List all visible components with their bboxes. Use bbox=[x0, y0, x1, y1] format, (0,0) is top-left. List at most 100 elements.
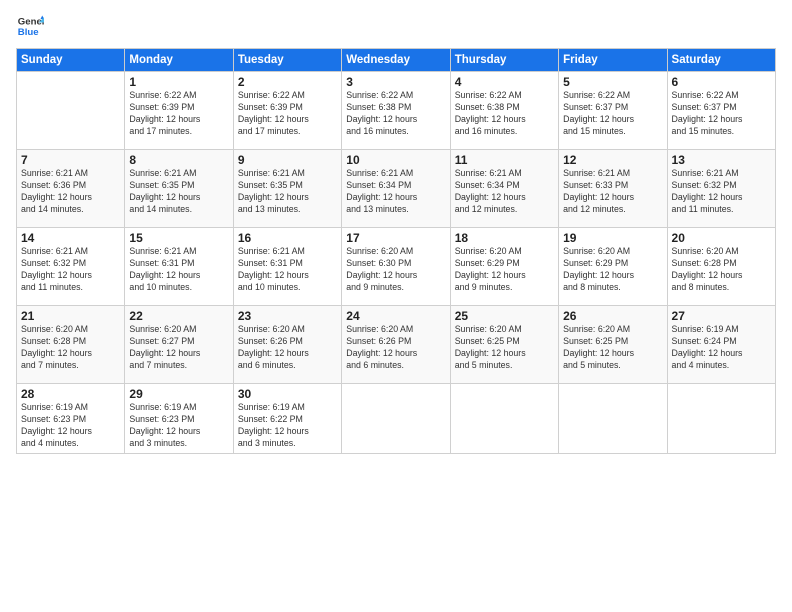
header-friday: Friday bbox=[559, 49, 667, 72]
calendar-cell: 15Sunrise: 6:21 AM Sunset: 6:31 PM Dayli… bbox=[125, 228, 233, 306]
calendar-cell bbox=[17, 72, 125, 150]
calendar-cell: 9Sunrise: 6:21 AM Sunset: 6:35 PM Daylig… bbox=[233, 150, 341, 228]
logo: General Blue bbox=[16, 12, 44, 40]
day-info: Sunrise: 6:21 AM Sunset: 6:32 PM Dayligh… bbox=[672, 168, 771, 216]
calendar-cell: 11Sunrise: 6:21 AM Sunset: 6:34 PM Dayli… bbox=[450, 150, 558, 228]
calendar-cell: 1Sunrise: 6:22 AM Sunset: 6:39 PM Daylig… bbox=[125, 72, 233, 150]
calendar-cell bbox=[342, 384, 450, 454]
day-number: 11 bbox=[455, 153, 554, 167]
day-info: Sunrise: 6:20 AM Sunset: 6:25 PM Dayligh… bbox=[563, 324, 662, 372]
calendar-cell bbox=[450, 384, 558, 454]
calendar-cell: 16Sunrise: 6:21 AM Sunset: 6:31 PM Dayli… bbox=[233, 228, 341, 306]
calendar-cell: 7Sunrise: 6:21 AM Sunset: 6:36 PM Daylig… bbox=[17, 150, 125, 228]
day-number: 20 bbox=[672, 231, 771, 245]
day-info: Sunrise: 6:20 AM Sunset: 6:29 PM Dayligh… bbox=[563, 246, 662, 294]
day-number: 25 bbox=[455, 309, 554, 323]
header-tuesday: Tuesday bbox=[233, 49, 341, 72]
weekday-header-row: Sunday Monday Tuesday Wednesday Thursday… bbox=[17, 49, 776, 72]
calendar-cell bbox=[667, 384, 775, 454]
calendar-cell: 6Sunrise: 6:22 AM Sunset: 6:37 PM Daylig… bbox=[667, 72, 775, 150]
day-info: Sunrise: 6:22 AM Sunset: 6:39 PM Dayligh… bbox=[129, 90, 228, 138]
day-info: Sunrise: 6:21 AM Sunset: 6:33 PM Dayligh… bbox=[563, 168, 662, 216]
calendar-cell: 21Sunrise: 6:20 AM Sunset: 6:28 PM Dayli… bbox=[17, 306, 125, 384]
calendar-cell: 5Sunrise: 6:22 AM Sunset: 6:37 PM Daylig… bbox=[559, 72, 667, 150]
calendar-cell: 24Sunrise: 6:20 AM Sunset: 6:26 PM Dayli… bbox=[342, 306, 450, 384]
header-sunday: Sunday bbox=[17, 49, 125, 72]
calendar-cell: 17Sunrise: 6:20 AM Sunset: 6:30 PM Dayli… bbox=[342, 228, 450, 306]
day-info: Sunrise: 6:21 AM Sunset: 6:35 PM Dayligh… bbox=[129, 168, 228, 216]
day-info: Sunrise: 6:20 AM Sunset: 6:26 PM Dayligh… bbox=[346, 324, 445, 372]
calendar-cell: 28Sunrise: 6:19 AM Sunset: 6:23 PM Dayli… bbox=[17, 384, 125, 454]
calendar-cell: 27Sunrise: 6:19 AM Sunset: 6:24 PM Dayli… bbox=[667, 306, 775, 384]
calendar-cell: 3Sunrise: 6:22 AM Sunset: 6:38 PM Daylig… bbox=[342, 72, 450, 150]
day-info: Sunrise: 6:21 AM Sunset: 6:31 PM Dayligh… bbox=[238, 246, 337, 294]
header-thursday: Thursday bbox=[450, 49, 558, 72]
day-info: Sunrise: 6:20 AM Sunset: 6:28 PM Dayligh… bbox=[21, 324, 120, 372]
day-number: 28 bbox=[21, 387, 120, 401]
calendar-cell: 8Sunrise: 6:21 AM Sunset: 6:35 PM Daylig… bbox=[125, 150, 233, 228]
calendar-cell: 13Sunrise: 6:21 AM Sunset: 6:32 PM Dayli… bbox=[667, 150, 775, 228]
day-info: Sunrise: 6:19 AM Sunset: 6:23 PM Dayligh… bbox=[21, 402, 120, 450]
calendar-cell bbox=[559, 384, 667, 454]
day-info: Sunrise: 6:21 AM Sunset: 6:35 PM Dayligh… bbox=[238, 168, 337, 216]
day-info: Sunrise: 6:21 AM Sunset: 6:36 PM Dayligh… bbox=[21, 168, 120, 216]
calendar-table: Sunday Monday Tuesday Wednesday Thursday… bbox=[16, 48, 776, 454]
calendar-cell: 14Sunrise: 6:21 AM Sunset: 6:32 PM Dayli… bbox=[17, 228, 125, 306]
day-number: 29 bbox=[129, 387, 228, 401]
day-number: 18 bbox=[455, 231, 554, 245]
day-info: Sunrise: 6:20 AM Sunset: 6:25 PM Dayligh… bbox=[455, 324, 554, 372]
day-number: 23 bbox=[238, 309, 337, 323]
calendar-cell: 10Sunrise: 6:21 AM Sunset: 6:34 PM Dayli… bbox=[342, 150, 450, 228]
day-number: 4 bbox=[455, 75, 554, 89]
day-number: 30 bbox=[238, 387, 337, 401]
day-info: Sunrise: 6:20 AM Sunset: 6:29 PM Dayligh… bbox=[455, 246, 554, 294]
calendar-cell: 29Sunrise: 6:19 AM Sunset: 6:23 PM Dayli… bbox=[125, 384, 233, 454]
day-info: Sunrise: 6:20 AM Sunset: 6:28 PM Dayligh… bbox=[672, 246, 771, 294]
header: General Blue bbox=[16, 12, 776, 40]
day-number: 5 bbox=[563, 75, 662, 89]
calendar-cell: 23Sunrise: 6:20 AM Sunset: 6:26 PM Dayli… bbox=[233, 306, 341, 384]
calendar-cell: 19Sunrise: 6:20 AM Sunset: 6:29 PM Dayli… bbox=[559, 228, 667, 306]
day-info: Sunrise: 6:20 AM Sunset: 6:26 PM Dayligh… bbox=[238, 324, 337, 372]
day-number: 26 bbox=[563, 309, 662, 323]
day-number: 24 bbox=[346, 309, 445, 323]
day-info: Sunrise: 6:22 AM Sunset: 6:37 PM Dayligh… bbox=[563, 90, 662, 138]
day-info: Sunrise: 6:21 AM Sunset: 6:31 PM Dayligh… bbox=[129, 246, 228, 294]
day-info: Sunrise: 6:19 AM Sunset: 6:22 PM Dayligh… bbox=[238, 402, 337, 450]
day-number: 16 bbox=[238, 231, 337, 245]
day-number: 19 bbox=[563, 231, 662, 245]
day-number: 3 bbox=[346, 75, 445, 89]
header-monday: Monday bbox=[125, 49, 233, 72]
day-number: 2 bbox=[238, 75, 337, 89]
day-number: 15 bbox=[129, 231, 228, 245]
day-info: Sunrise: 6:22 AM Sunset: 6:38 PM Dayligh… bbox=[346, 90, 445, 138]
day-number: 17 bbox=[346, 231, 445, 245]
day-number: 13 bbox=[672, 153, 771, 167]
logo-icon: General Blue bbox=[16, 12, 44, 40]
calendar-cell: 18Sunrise: 6:20 AM Sunset: 6:29 PM Dayli… bbox=[450, 228, 558, 306]
day-info: Sunrise: 6:19 AM Sunset: 6:24 PM Dayligh… bbox=[672, 324, 771, 372]
day-info: Sunrise: 6:22 AM Sunset: 6:38 PM Dayligh… bbox=[455, 90, 554, 138]
day-info: Sunrise: 6:22 AM Sunset: 6:39 PM Dayligh… bbox=[238, 90, 337, 138]
day-info: Sunrise: 6:21 AM Sunset: 6:34 PM Dayligh… bbox=[346, 168, 445, 216]
day-info: Sunrise: 6:19 AM Sunset: 6:23 PM Dayligh… bbox=[129, 402, 228, 450]
day-info: Sunrise: 6:21 AM Sunset: 6:34 PM Dayligh… bbox=[455, 168, 554, 216]
day-number: 12 bbox=[563, 153, 662, 167]
calendar-cell: 22Sunrise: 6:20 AM Sunset: 6:27 PM Dayli… bbox=[125, 306, 233, 384]
day-number: 8 bbox=[129, 153, 228, 167]
day-info: Sunrise: 6:21 AM Sunset: 6:32 PM Dayligh… bbox=[21, 246, 120, 294]
header-saturday: Saturday bbox=[667, 49, 775, 72]
day-info: Sunrise: 6:20 AM Sunset: 6:30 PM Dayligh… bbox=[346, 246, 445, 294]
calendar-cell: 26Sunrise: 6:20 AM Sunset: 6:25 PM Dayli… bbox=[559, 306, 667, 384]
day-number: 27 bbox=[672, 309, 771, 323]
calendar-cell: 20Sunrise: 6:20 AM Sunset: 6:28 PM Dayli… bbox=[667, 228, 775, 306]
calendar-cell: 2Sunrise: 6:22 AM Sunset: 6:39 PM Daylig… bbox=[233, 72, 341, 150]
day-number: 1 bbox=[129, 75, 228, 89]
calendar-cell: 12Sunrise: 6:21 AM Sunset: 6:33 PM Dayli… bbox=[559, 150, 667, 228]
page: General Blue Sunday Monday Tuesday Wedne… bbox=[0, 0, 792, 612]
day-number: 6 bbox=[672, 75, 771, 89]
calendar-cell: 4Sunrise: 6:22 AM Sunset: 6:38 PM Daylig… bbox=[450, 72, 558, 150]
day-number: 9 bbox=[238, 153, 337, 167]
day-info: Sunrise: 6:20 AM Sunset: 6:27 PM Dayligh… bbox=[129, 324, 228, 372]
day-number: 22 bbox=[129, 309, 228, 323]
